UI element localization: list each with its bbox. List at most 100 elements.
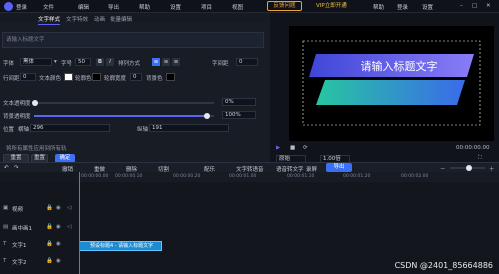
text-color-swatch[interactable] — [64, 73, 73, 81]
opacity-label: 文本透明度 — [3, 101, 31, 107]
bg-opacity-fill — [34, 115, 206, 117]
login-link[interactable]: 登录 — [397, 3, 408, 11]
undo-icon[interactable]: ↶ — [4, 165, 9, 171]
minimize-icon[interactable]: – — [460, 3, 463, 9]
x-label: 横轴 — [18, 127, 30, 133]
menu-project[interactable]: 项目 — [201, 3, 212, 11]
text1-track-icon: T — [3, 241, 7, 247]
redo-icon[interactable]: ↷ — [14, 165, 19, 171]
track-pip: 画中画1 — [12, 226, 32, 232]
menu-login[interactable]: 登录 — [16, 3, 27, 11]
bold-button[interactable]: B — [96, 58, 104, 66]
opacity-knob[interactable] — [32, 100, 38, 106]
chevron-down-icon: ▾ — [54, 59, 57, 65]
align-label: 排列方式 — [118, 61, 141, 67]
help-link[interactable]: 帮助 — [373, 3, 384, 11]
zoom-knob[interactable] — [466, 165, 472, 171]
lock-icon[interactable]: 🔒 — [46, 241, 53, 247]
align-right-icon[interactable]: ≡ — [172, 58, 180, 66]
play-icon[interactable]: ▶ — [276, 145, 280, 151]
menu-view[interactable]: 视图 — [232, 3, 243, 11]
line-spacing-input[interactable]: 0 — [20, 73, 36, 81]
font-select[interactable]: 黑体 — [20, 58, 52, 66]
align-center-icon[interactable]: ≡ — [152, 58, 160, 66]
tool-undo[interactable]: 撤销 — [62, 165, 73, 173]
border-width-label: 轮廓宽度 — [104, 76, 127, 82]
lock-icon[interactable]: 🔒 — [46, 258, 53, 264]
bg-color-swatch[interactable] — [166, 73, 175, 81]
stop-icon[interactable]: ■ — [290, 145, 295, 151]
text-color-label: 文本颜色 — [39, 76, 62, 82]
watermark: CSDN @2401_85664886 — [394, 261, 493, 270]
spacing-label: 字间距 — [212, 61, 229, 67]
text-clip[interactable]: 预设标题4 - 请输入标题文字 — [79, 241, 162, 251]
top-bar: 登录 文件 编辑 导出 帮助 设置 项目 视图 反馈问题 VIP立即开通 帮助 … — [0, 0, 499, 13]
menu-file[interactable]: 文件 — [43, 3, 54, 11]
preview-time: 00:00:00.00 — [456, 145, 490, 151]
text2-track-icon: T — [3, 258, 7, 264]
bg-opacity-value[interactable]: 100% — [222, 111, 256, 119]
timeline-toolbar: ↶ ↷ 撤销 重做 删除 切割 配乐 文字转语音 语音转文字 录屏 导出 － ＋ — [0, 162, 499, 173]
mute-icon[interactable]: ◁ — [67, 205, 71, 211]
track-video: 视频 — [12, 207, 24, 213]
title-banner[interactable] — [289, 26, 494, 141]
menu-export[interactable]: 导出 — [108, 3, 119, 11]
lock-icon[interactable]: 🔒 — [46, 224, 53, 230]
tab-animation[interactable]: 动画 — [94, 15, 105, 23]
maximize-icon[interactable]: □ — [472, 3, 477, 9]
menu-help[interactable]: 帮助 — [139, 3, 150, 11]
bg-opacity-label: 背景透明度 — [3, 114, 31, 120]
border-width-input[interactable]: 0 — [130, 73, 142, 81]
font-size-input[interactable]: 50 — [75, 58, 91, 66]
preview-title-text[interactable]: 请输入标题文字 — [344, 58, 454, 74]
title-text-input[interactable]: 请输入标题文字 — [2, 32, 264, 48]
time-ruler[interactable]: 00:00:00.00 00:00:00.10 00:00:00.20 00:0… — [79, 172, 499, 182]
playhead[interactable] — [79, 172, 80, 274]
bg-opacity-slider[interactable] — [34, 113, 214, 119]
italic-button[interactable]: I — [106, 58, 114, 66]
app-logo-icon — [4, 2, 13, 11]
y-input[interactable]: 191 — [149, 124, 229, 132]
preview-canvas: 请输入标题文字 — [289, 26, 494, 141]
track-text1: 文字1 — [12, 243, 27, 249]
vip-button[interactable]: VIP立即开通 — [310, 1, 364, 11]
pip-track-icon: ▤ — [3, 224, 9, 230]
lock-icon[interactable]: 🔒 — [46, 205, 53, 211]
opacity-value[interactable]: 0% — [222, 98, 256, 106]
settings-link[interactable]: 设置 — [422, 3, 433, 11]
ruler-tick: 00:00:01.20 — [343, 174, 371, 179]
close-icon[interactable]: ✕ — [486, 3, 491, 9]
editor-tabs: 文字样式 文字特效 动画 批量编辑 — [0, 13, 270, 25]
position-label: 位置 — [3, 127, 15, 133]
loop-icon[interactable]: ⟳ — [303, 145, 308, 151]
ruler-tick: 00:00:00.10 — [115, 174, 143, 179]
eye-icon[interactable]: ◉ — [56, 241, 61, 247]
border-color-swatch[interactable] — [92, 73, 101, 81]
x-input[interactable]: 296 — [30, 124, 110, 132]
line-spacing-label: 行间距 — [3, 76, 20, 82]
eye-icon[interactable]: ◉ — [56, 258, 61, 264]
border-color-label: 轮廓色 — [75, 76, 92, 82]
tab-text-style[interactable]: 文字样式 — [38, 15, 61, 25]
align-left-icon[interactable]: ≡ — [162, 58, 170, 66]
fullscreen-icon[interactable]: ⛶ — [478, 155, 482, 162]
font-label: 字体 — [3, 61, 15, 67]
ruler-tick: 00:00:00.20 — [173, 174, 201, 179]
tab-text-effect[interactable]: 文字特效 — [66, 15, 88, 23]
spacing-input[interactable]: 0 — [236, 58, 258, 66]
banner-bottom-shape — [316, 80, 465, 105]
zoom-slider[interactable] — [450, 165, 485, 171]
opacity-slider[interactable] — [32, 100, 214, 106]
ruler-tick: 00:00:02.00 — [401, 174, 429, 179]
menu-edit[interactable]: 编辑 — [78, 3, 89, 11]
eye-icon[interactable]: ◉ — [56, 205, 61, 211]
export-button[interactable]: 导出 — [326, 163, 352, 172]
menu-settings[interactable]: 设置 — [170, 3, 181, 11]
mute-icon[interactable]: ◁ — [67, 224, 71, 230]
tab-batch-edit[interactable]: 批量编辑 — [110, 15, 132, 23]
ruler-tick: 00:00:01.00 — [229, 174, 257, 179]
eye-icon[interactable]: ◉ — [56, 224, 61, 230]
apply-all-option[interactable]: 将所有属性应用到所有轨 — [6, 144, 67, 152]
feedback-button[interactable]: 反馈问题 — [267, 1, 302, 11]
bg-opacity-knob[interactable] — [204, 113, 210, 119]
